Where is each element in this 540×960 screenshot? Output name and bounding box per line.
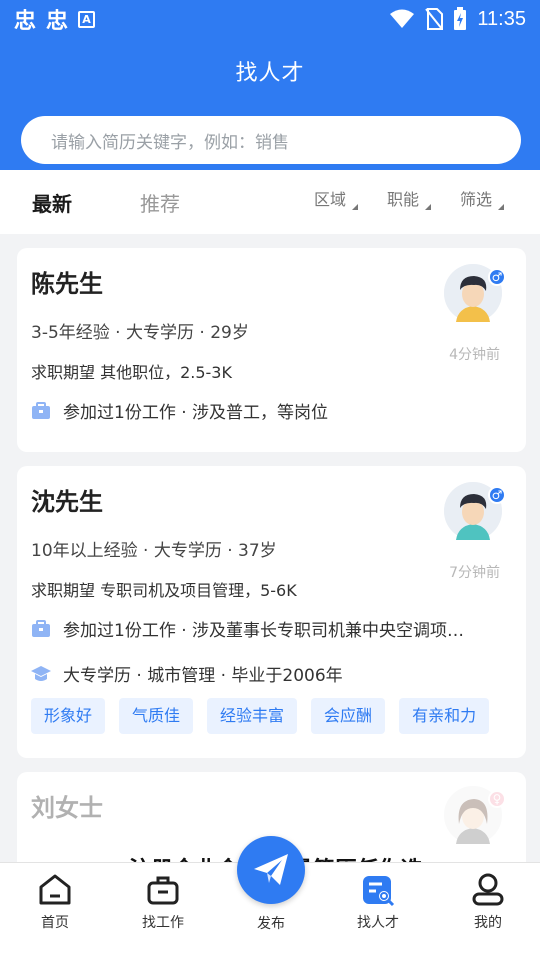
dropdown-triangle-icon <box>352 204 359 210</box>
trait-tag: 气质佳 <box>119 698 194 734</box>
filter-region-label: 区域 <box>314 190 347 209</box>
nav-talent[interactable]: 找人才 <box>333 873 423 932</box>
publish-label: 发布 <box>257 916 285 932</box>
clock: 11:35 <box>477 7 526 30</box>
resume-card[interactable]: 陈先生 3-5年经验 · 大专学历 · 29岁 求职期望 其他职位，2.5-3K… <box>17 248 526 452</box>
nav-jobs[interactable]: 找工作 <box>118 873 208 932</box>
trait-tag: 会应酬 <box>311 698 386 734</box>
app-notification-icon: 忠 <box>14 9 37 34</box>
filter-position-label: 职能 <box>387 190 420 209</box>
paper-plane-icon <box>254 854 288 885</box>
resume-card[interactable]: 沈先生 10年以上经验 · 大专学历 · 37岁 求职期望 专职司机及项目管理，… <box>17 466 526 758</box>
battery-charging-icon <box>454 7 467 30</box>
education-text: 大专学历 · 城市管理 · 毕业于2006年 <box>63 666 343 686</box>
trait-tag: 有亲和力 <box>399 698 490 734</box>
status-bar: 忠 忠 A 11:35 <box>0 0 540 38</box>
candidate-name: 沈先生 <box>31 488 103 516</box>
work-history-text: 参加过1份工作 · 涉及普工，等岗位 <box>63 403 329 423</box>
candidate-expectation: 求职期望 专职司机及项目管理，5-6K <box>31 581 297 600</box>
dropdown-triangle-icon <box>425 204 432 210</box>
search-placeholder: 请输入简历关键字，例如：销售 <box>51 132 289 153</box>
avatar: ♀ <box>444 786 506 844</box>
candidate-name: 陈先生 <box>31 270 103 298</box>
filter-position[interactable]: 职能 <box>387 186 432 210</box>
search-input[interactable]: 请输入简历关键字，例如：销售 <box>21 116 521 164</box>
work-history-row: 参加过1份工作 · 涉及董事长专职司机兼中央空调项… <box>31 616 521 641</box>
home-icon <box>39 874 71 905</box>
list-tabs-bar: 最新 推荐 区域 职能 筛选 <box>0 170 540 234</box>
tab-recommend[interactable]: 推荐 <box>140 188 180 217</box>
briefcase-icon <box>32 401 50 419</box>
work-history-text: 参加过1份工作 · 涉及董事长专职司机兼中央空调项… <box>63 621 465 641</box>
filter-more-label: 筛选 <box>460 190 493 209</box>
briefcase-icon <box>32 619 50 637</box>
briefcase-icon <box>147 876 179 905</box>
posted-time: 7分钟前 <box>449 565 500 581</box>
posted-time: 4分钟前 <box>449 347 500 363</box>
nav-mine[interactable]: 我的 <box>443 873 533 932</box>
keyboard-notification-icon: A <box>78 10 96 28</box>
publish-button[interactable] <box>237 836 305 904</box>
nav-home[interactable]: 首页 <box>10 873 100 932</box>
tab-latest[interactable]: 最新 <box>32 188 72 217</box>
no-sim-icon <box>425 8 444 30</box>
app-notification-icon: 忠 <box>46 9 69 34</box>
avatar: ♂ <box>444 264 506 322</box>
page-title: 找人才 <box>235 61 305 86</box>
nav-talent-label: 找人才 <box>357 915 399 931</box>
trait-tag: 形象好 <box>31 698 106 734</box>
candidate-name: 刘女士 <box>31 794 103 822</box>
filter-region[interactable]: 区域 <box>314 186 359 210</box>
education-row: 大专学历 · 城市管理 · 毕业于2006年 <box>31 661 521 686</box>
wifi-icon <box>390 9 415 28</box>
work-history-row: 参加过1份工作 · 涉及普工，等岗位 <box>31 398 521 423</box>
male-gender-icon: ♂ <box>488 268 506 286</box>
male-gender-icon: ♂ <box>488 486 506 504</box>
avatar: ♂ <box>444 482 506 540</box>
female-gender-icon: ♀ <box>488 790 506 808</box>
dropdown-triangle-icon <box>498 204 505 210</box>
graduation-cap-icon <box>31 665 51 681</box>
find-talent-icon <box>363 876 395 907</box>
candidate-expectation: 求职期望 其他职位，2.5-3K <box>31 363 232 382</box>
nav-home-label: 首页 <box>41 915 69 931</box>
candidate-meta: 3-5年经验 · 大专学历 · 29岁 <box>31 323 249 343</box>
nav-mine-label: 我的 <box>474 915 502 931</box>
trait-tag: 经验丰富 <box>207 698 298 734</box>
tag-list: 形象好 气质佳 经验丰富 会应酬 有亲和力 <box>31 698 490 734</box>
nav-jobs-label: 找工作 <box>142 915 184 931</box>
filter-more[interactable]: 筛选 <box>460 186 505 210</box>
candidate-meta: 10年以上经验 · 大专学历 · 37岁 <box>31 541 277 561</box>
user-icon <box>472 873 504 906</box>
